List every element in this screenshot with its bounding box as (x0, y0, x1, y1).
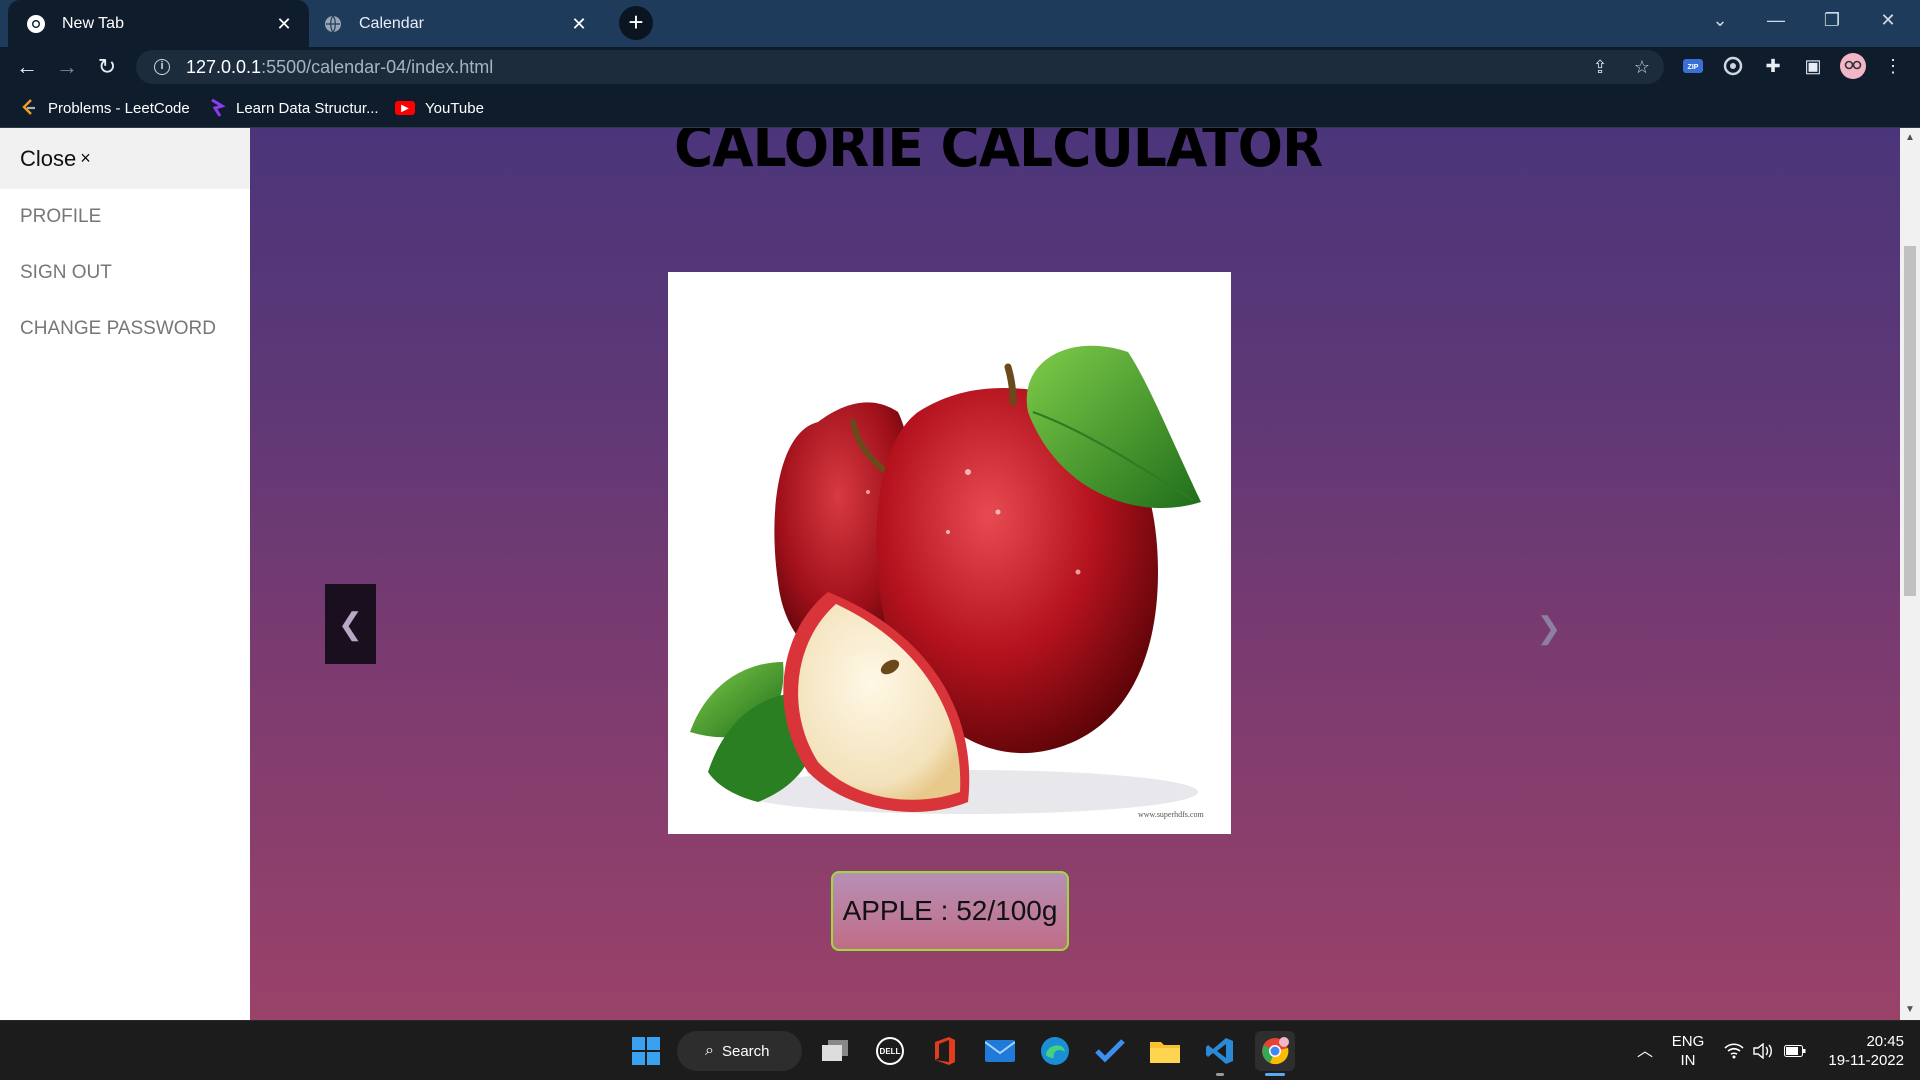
tab-title: New Tab (62, 14, 124, 32)
browser-toolbar: ← → ↻ i 127.0.0.1:5500/calendar-04/index… (0, 47, 1920, 87)
restore-icon[interactable]: ❐ (1804, 0, 1860, 40)
image-watermark: www.superhdfs.com (1138, 810, 1204, 819)
edge-icon[interactable] (1035, 1031, 1075, 1071)
zip-extension-icon[interactable]: ZIP (1679, 52, 1707, 80)
battery-icon[interactable] (1782, 1021, 1808, 1080)
tab-title: Calendar (359, 14, 424, 32)
taskbar-search[interactable]: ⌕ Search (677, 1031, 802, 1071)
window-close-icon[interactable]: ✕ (1860, 0, 1916, 40)
course-icon (208, 99, 226, 117)
windows-start-icon[interactable] (626, 1031, 666, 1071)
tab-new-tab[interactable]: New Tab ✕ (8, 0, 309, 47)
task-view-icon[interactable] (815, 1031, 855, 1071)
share-icon[interactable]: ⇪ (1588, 56, 1612, 80)
address-bar[interactable]: i 127.0.0.1:5500/calendar-04/index.html … (136, 50, 1664, 84)
language-indicator[interactable]: ENG IN (1665, 1021, 1711, 1080)
page-viewport: CALORIE CALCULATOR www.superhdfs.com ❮ ❯… (0, 128, 1920, 1020)
extension-icon[interactable] (1719, 52, 1747, 80)
show-hidden-icons[interactable]: ︿ (1635, 1021, 1655, 1080)
close-icon: × (80, 148, 91, 168)
next-slide-button[interactable]: ❯ (1525, 604, 1573, 652)
slide-image: www.superhdfs.com (668, 272, 1231, 834)
chrome-menu-icon[interactable]: ⋮ (1879, 52, 1907, 80)
wifi-icon[interactable] (1722, 1021, 1746, 1080)
chrome-icon (26, 14, 46, 34)
back-icon[interactable]: ← (9, 47, 45, 87)
bookmark-leetcode[interactable]: Problems - LeetCode (20, 96, 190, 120)
profile-avatar[interactable] (1839, 52, 1867, 80)
side-panel-icon[interactable]: ▣ (1799, 52, 1827, 80)
nav-link-profile[interactable]: PROFILE (0, 189, 250, 245)
bookmark-learn-data-structures[interactable]: Learn Data Structur... (208, 96, 379, 120)
previous-slide-button[interactable]: ❮ (325, 584, 376, 664)
nav-link-sign-out[interactable]: SIGN OUT (0, 245, 250, 301)
close-label: Close (20, 145, 77, 171)
close-tab-icon[interactable]: ✕ (568, 13, 590, 35)
svg-text:DELL: DELL (880, 1047, 901, 1056)
scroll-up-icon[interactable]: ▲ (1900, 130, 1920, 146)
minimize-icon[interactable]: — (1748, 0, 1804, 40)
chrome-active-indicator (1265, 1073, 1285, 1076)
vscode-icon[interactable] (1200, 1031, 1240, 1071)
vscode-running-indicator (1216, 1073, 1224, 1076)
tab-calendar[interactable]: Calendar ✕ (309, 0, 604, 47)
apples-image: www.superhdfs.com (690, 345, 1204, 819)
windows-taskbar: ⌕ Search DELL ︿ ENG IN 20:45 19-11-2022 (0, 1020, 1920, 1080)
globe-icon (323, 14, 343, 34)
reload-icon[interactable]: ↻ (89, 47, 125, 87)
page-scrollbar[interactable]: ▲ ▼ (1900, 128, 1920, 1020)
mail-icon[interactable] (980, 1031, 1020, 1071)
page-title: CALORIE CALCULATOR (674, 128, 1323, 180)
bookmark-youtube[interactable]: ▶ YouTube (395, 96, 484, 120)
url-text: 127.0.0.1:5500/calendar-04/index.html (186, 56, 494, 77)
office-icon[interactable] (925, 1031, 965, 1071)
bookmarks-bar: Problems - LeetCode Learn Data Structur.… (0, 87, 1920, 128)
svg-text:ZIP: ZIP (1688, 64, 1699, 71)
nav-link-change-password[interactable]: CHANGE PASSWORD (0, 301, 250, 357)
volume-icon[interactable] (1752, 1021, 1776, 1080)
close-sidebar-button[interactable]: Close × (0, 128, 250, 189)
search-icon: ⌕ (705, 1042, 714, 1059)
chrome-taskbar-icon[interactable] (1255, 1031, 1295, 1071)
close-tab-icon[interactable]: ✕ (273, 13, 295, 35)
file-explorer-icon[interactable] (1145, 1031, 1185, 1071)
youtube-icon: ▶ (395, 101, 415, 115)
leetcode-icon (20, 99, 38, 117)
site-info-icon[interactable]: i (154, 59, 170, 75)
clock[interactable]: 20:45 19-11-2022 (1818, 1021, 1904, 1080)
calorie-result-box: APPLE : 52/100g (831, 871, 1069, 951)
bookmark-star-icon[interactable]: ☆ (1630, 56, 1654, 80)
scroll-down-icon[interactable]: ▼ (1900, 1002, 1920, 1018)
forward-icon[interactable]: → (49, 47, 85, 87)
side-navigation: Close × PROFILE SIGN OUT CHANGE PASSWORD (0, 128, 250, 1020)
puzzle-extensions-icon[interactable]: ✚ (1759, 52, 1787, 80)
tab-search-icon[interactable]: ⌄ (1692, 0, 1748, 40)
browser-tab-strip: New Tab ✕ Calendar ✕ + ⌄ — ❐ ✕ (0, 0, 1920, 47)
new-tab-button[interactable]: + (619, 6, 653, 40)
todo-icon[interactable] (1090, 1031, 1130, 1071)
scrollbar-thumb[interactable] (1904, 246, 1916, 596)
dell-icon[interactable]: DELL (870, 1031, 910, 1071)
